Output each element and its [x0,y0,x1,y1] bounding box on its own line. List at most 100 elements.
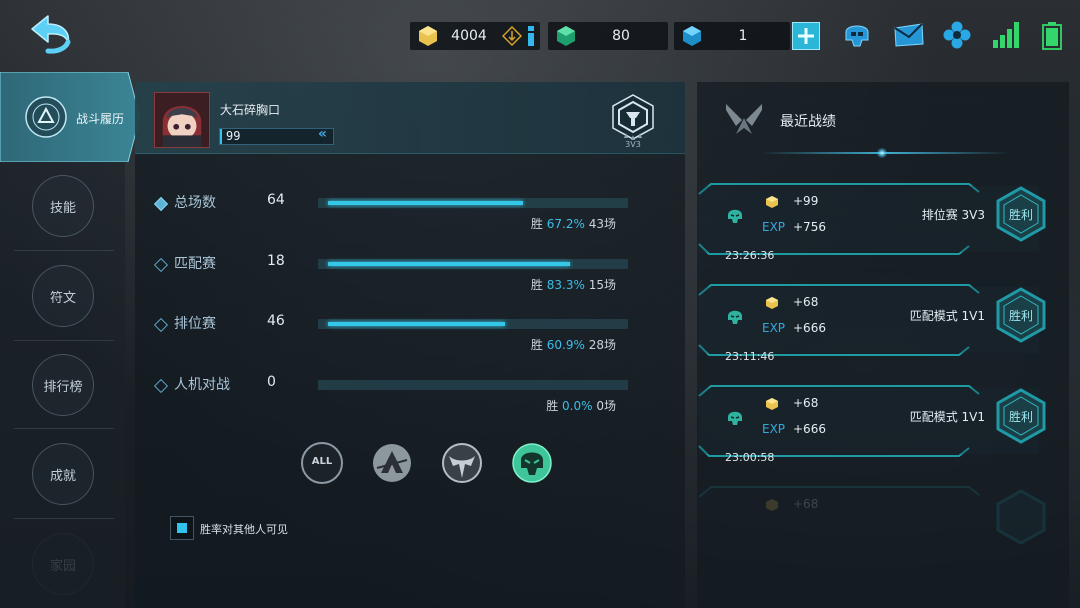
win-games: 15场 [588,278,616,292]
stat-count: 0 [267,374,276,390]
match-mode: 排位赛 3V3 [921,208,985,222]
match-card[interactable]: +68 [697,485,1069,555]
recent-matches-title: 最近战绩 [780,114,836,130]
win-prefix: 胜 [530,338,543,352]
helmet-icon[interactable] [840,18,874,52]
stat-label: 人机对战 [174,377,230,393]
stat-row-match: 匹配赛 18 胜 83.3% 15场 [153,253,636,313]
exp-reward: +666 [793,422,826,436]
gold-reward: +68 [793,396,819,410]
win-prefix: 胜 [530,217,543,231]
mail-icon[interactable] [892,18,926,52]
match-result: 胜利 [1008,410,1033,424]
plus-icon [798,28,814,44]
stat-label: 匹配赛 [174,256,216,272]
exp-label: EXP [762,220,786,234]
win-games: 28场 [588,338,616,352]
nav-item-home[interactable]: 家园 [32,533,94,595]
stat-label: 排位赛 [174,316,216,332]
win-percent: 60.9% [546,338,585,352]
gold-cube-icon [766,499,778,511]
nav-divider [14,340,114,341]
win-rate-bar [318,380,628,390]
win-rate-fill [328,262,570,266]
win-rate-summary: 胜 67.2% 43场 [531,215,616,232]
visibility-checkbox[interactable] [170,516,194,540]
crossed-weapons-icon [726,104,762,134]
gold-counter: 4004 [410,22,540,50]
nav-divider [14,428,114,429]
nav-label: 技能 [49,200,76,216]
nav-label: 排行榜 [43,379,83,395]
win-rate-fill [328,201,523,205]
title-divider-glow [876,148,888,158]
battle-history-icon [25,96,67,138]
win-rate-bar [318,259,628,269]
chevrons-left-icon: « [318,126,328,142]
stat-count: 46 [267,313,285,329]
battery-icon [1042,22,1062,50]
match-time: 23:11:46 [725,350,775,363]
nav-item-achievements[interactable]: 成就 [32,443,94,505]
exp-reward: +666 [793,321,826,335]
match-card[interactable]: +99 EXP +756 排位赛 3V3 胜利 23:26:36 [697,182,1069,272]
match-card[interactable]: +68 EXP +666 匹配模式 1V1 胜利 23:00:58 [697,384,1069,474]
back-button[interactable] [26,12,80,56]
win-rate-fill [328,322,505,326]
back-arrow-icon [31,15,71,54]
diamond-counter: 1 [674,22,790,50]
checkbox-check [177,523,187,533]
stat-row-ranked: 排位赛 46 胜 60.9% 28场 [153,313,636,373]
filter-class-a-button[interactable] [371,442,413,484]
mode-skull-icon [728,209,742,223]
win-percent: 83.3% [546,278,585,292]
match-mode: 匹配模式 1V1 [909,410,985,424]
win-rate-bar [318,319,628,329]
stat-row-vs-ai: 人机对战 0 胜 0.0% 0场 [153,374,636,434]
win-rate-summary: 胜 60.9% 28场 [531,336,616,353]
nav-label: 成就 [49,468,76,484]
gold-value: 4004 [451,28,487,44]
match-result: 胜利 [1008,208,1033,222]
diamond-bullet-icon [153,317,169,333]
player-level: 99 [226,129,241,143]
nav-item-runes[interactable]: 符文 [32,265,94,327]
filter-class-b-button[interactable] [441,442,483,484]
match-time: 23:26:36 [725,249,775,262]
filter-class-c-button[interactable] [511,442,553,484]
stat-label: 总场数 [174,195,216,211]
win-rate-summary: 胜 0.0% 0场 [546,397,616,414]
avatar[interactable] [154,92,210,148]
diamond-value: 1 [738,28,748,44]
win-prefix: 胜 [530,278,543,292]
match-time: 23:00:58 [725,451,775,464]
gem-value: 80 [612,28,630,44]
gold-reward: +68 [793,295,819,309]
filter-all-button[interactable]: ALL [301,442,343,484]
stat-count: 64 [267,192,285,208]
nav-item-leaderboard[interactable]: 排行榜 [32,354,94,416]
mode-skull-icon [728,411,742,425]
stat-count: 18 [267,253,285,269]
filter-all-label: ALL [311,456,333,467]
add-currency-button[interactable] [792,22,820,50]
diamond-bullet-icon [153,196,169,212]
win-rate-bar [318,198,628,208]
gold-cube-icon [766,196,778,208]
settings-flower-icon[interactable] [940,18,974,52]
mode-label: 3V3 [625,140,641,149]
transfer-icon[interactable] [502,26,522,46]
player-header [135,82,685,154]
info-icon[interactable] [526,25,536,47]
match-result: 胜利 [1008,309,1033,323]
win-percent: 67.2% [546,217,585,231]
win-percent: 0.0% [562,399,593,413]
victory-badge-icon [996,489,1046,545]
nav-item-skills[interactable]: 技能 [32,175,94,237]
win-games: 0场 [596,399,616,413]
exp-label: EXP [762,422,786,436]
gem-counter: 80 [548,22,668,50]
match-mode: 匹配模式 1V1 [909,309,985,323]
stat-row-total: 总场数 64 胜 67.2% 43场 [153,192,636,252]
match-card[interactable]: +68 EXP +666 匹配模式 1V1 胜利 23:11:46 [697,283,1069,373]
